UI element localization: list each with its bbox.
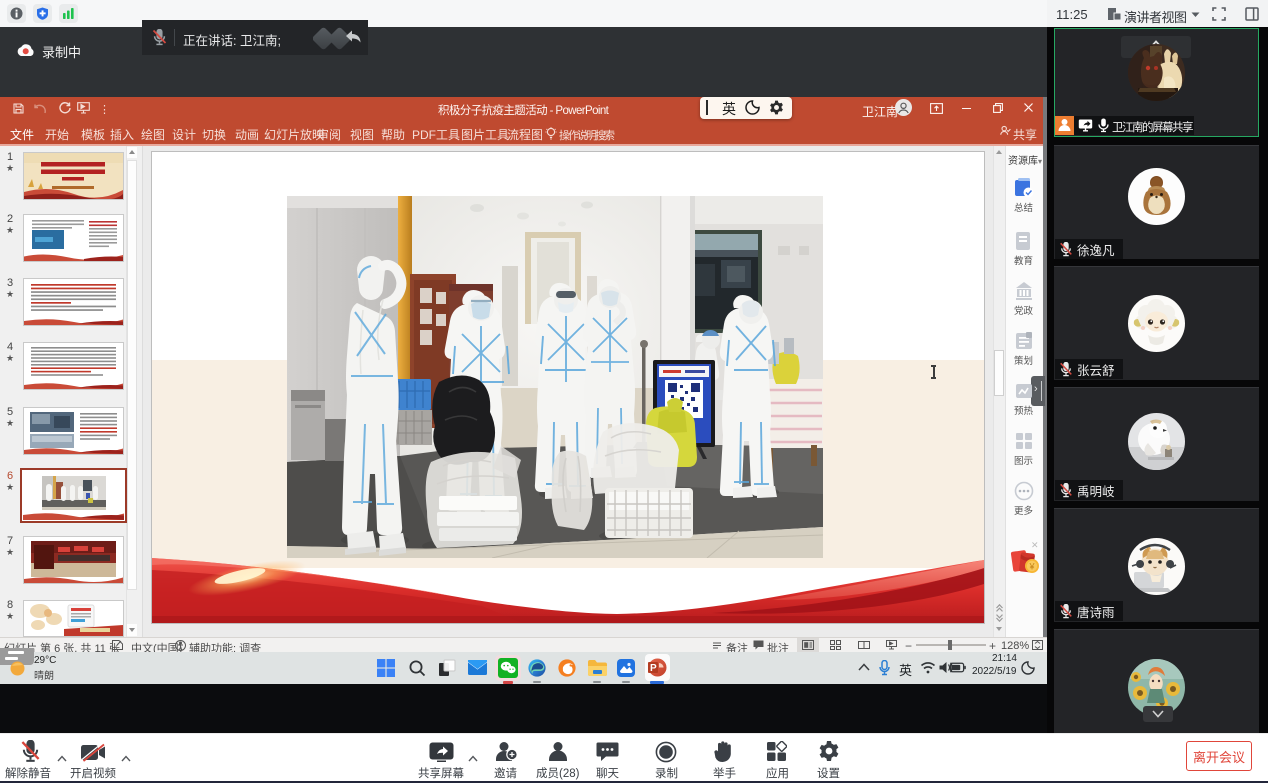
- svg-text:P: P: [650, 663, 657, 674]
- svg-text:¥: ¥: [1028, 562, 1035, 572]
